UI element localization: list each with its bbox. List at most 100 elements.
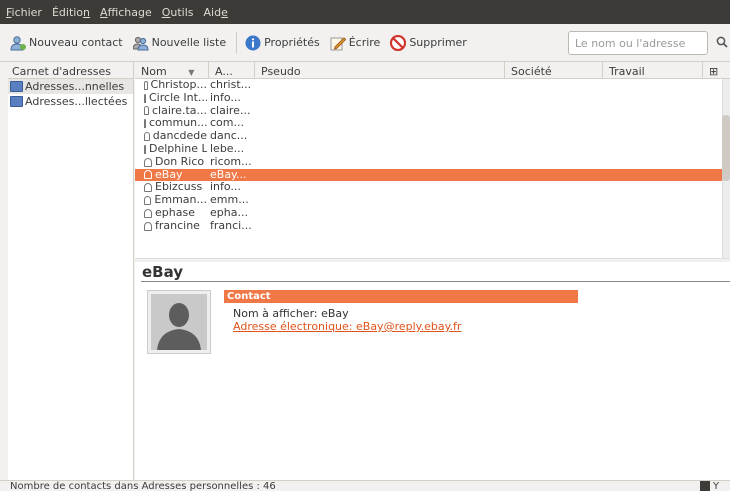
search-input[interactable]: Le nom ou l'adresse — [568, 31, 708, 55]
person-icon — [144, 93, 146, 103]
contact-name: Christop... — [150, 79, 207, 91]
scrollbar-thumb[interactable] — [722, 115, 730, 181]
contact-row[interactable]: dancdede danc... — [135, 130, 730, 143]
contact-name: dancdede — [152, 130, 207, 143]
status-y-label: Y — [713, 481, 720, 491]
contact-email: info... — [210, 181, 241, 194]
contact-name: ephase — [155, 206, 195, 219]
contact-email: emm... — [210, 194, 249, 207]
person-icon — [144, 170, 152, 180]
sort-down-icon: ▼ — [188, 68, 195, 77]
menu-fichier[interactable]: Fichier — [6, 6, 42, 19]
contact-name: Delphine L — [149, 142, 207, 155]
contact-row[interactable]: ephase epha... — [135, 207, 730, 220]
write-label: Écrire — [348, 36, 381, 49]
contact-email: franci... — [210, 219, 252, 232]
column-headers: Nom ▼ A... Pseudo Société Travail ⊞ — [135, 62, 730, 79]
contact-row[interactable]: Emman... emm... — [135, 194, 730, 207]
column-header-label: Nom — [141, 65, 167, 78]
write-button[interactable]: Écrire — [330, 30, 381, 56]
contact-name: Ebizcuss — [155, 181, 203, 194]
menu-edition[interactable]: Édition — [52, 6, 90, 19]
delete-icon — [390, 34, 407, 51]
search-icon[interactable] — [716, 36, 728, 48]
contact-row[interactable]: Delphine Llebe... — [135, 143, 730, 156]
info-icon — [245, 35, 261, 50]
contact-row[interactable]: Christop... christ... — [135, 79, 730, 92]
menu-outils[interactable]: Outils — [162, 6, 194, 19]
contact-email: lebe... — [210, 142, 245, 155]
new-list-label: Nouvelle liste — [151, 36, 227, 49]
person-icon — [144, 196, 152, 206]
person-icon — [144, 106, 149, 116]
column-header-email[interactable]: A... — [209, 62, 255, 78]
contact-email: ricom... — [210, 155, 252, 168]
contact-name: francine — [155, 219, 200, 232]
new-contact-label: Nouveau contact — [29, 36, 123, 49]
new-list-button[interactable]: Nouvelle liste — [132, 30, 227, 56]
new-contact-icon — [10, 35, 26, 50]
person-icon — [144, 183, 152, 193]
person-icon — [144, 144, 146, 154]
person-icon — [144, 208, 152, 218]
status-bar: Nombre de contacts dans Adresses personn… — [0, 480, 730, 491]
detail-divider — [141, 281, 730, 282]
contact-name: eBay — [155, 168, 183, 181]
person-icon — [144, 119, 146, 129]
toolbar: Nouveau contact Nouvelle liste Propriété… — [0, 24, 730, 62]
contact-row-selected[interactable]: eBay eBay... — [135, 168, 730, 182]
contact-row[interactable]: francine franci... — [135, 220, 730, 233]
delete-label: Supprimer — [409, 36, 467, 49]
address-book-icon — [10, 96, 23, 107]
contact-row[interactable]: Don Rico ricom... — [135, 156, 730, 169]
delete-button[interactable]: Supprimer — [390, 30, 467, 56]
menu-bar: Fichier Édition Affichage Outils Aide — [0, 0, 730, 24]
person-icon — [144, 80, 148, 90]
properties-button[interactable]: Propriétés — [245, 30, 320, 56]
contact-email: danc... — [210, 130, 248, 143]
menu-affichage[interactable]: Affichage — [100, 6, 152, 19]
contact-photo — [147, 290, 211, 354]
contact-detail-pane: eBay Contact Nom à afficher: eBay Adress… — [135, 262, 730, 480]
contact-email: info... — [210, 91, 241, 104]
contact-name: Circle Int... — [149, 91, 207, 104]
contact-rows: Christop... christ... Circle Int... info..… — [135, 79, 730, 258]
address-book-personal[interactable]: Adresses...nnelles — [8, 79, 133, 94]
person-icon — [144, 157, 152, 167]
contact-list-scrollbar[interactable] — [722, 79, 730, 258]
column-header-name[interactable]: Nom ▼ — [135, 62, 209, 78]
contact-name: Don Rico — [155, 155, 205, 168]
column-picker-icon[interactable]: ⊞ — [703, 62, 730, 78]
display-name-line: Nom à afficher: eBay — [233, 307, 349, 320]
address-book-header: Carnet d'adresses — [8, 62, 133, 79]
contact-list: Nom ▼ A... Pseudo Société Travail ⊞ Chri… — [135, 62, 730, 258]
new-contact-button[interactable]: Nouveau contact — [10, 30, 123, 56]
contact-email: claire... — [210, 104, 251, 117]
contact-name: claire.ta... — [152, 104, 207, 117]
address-book-icon — [10, 81, 23, 92]
menu-aide[interactable]: Aide — [204, 6, 228, 19]
contact-count-status: Nombre de contacts dans Adresses personn… — [10, 481, 276, 491]
status-icon — [700, 481, 710, 491]
column-header-pseudo[interactable]: Pseudo — [255, 62, 505, 78]
person-icon — [144, 132, 150, 142]
contact-email: eBay... — [210, 168, 247, 181]
address-book-pane: Carnet d'adresses Adresses...nnelles Adr… — [8, 62, 134, 480]
properties-label: Propriétés — [264, 36, 320, 49]
person-icon — [144, 221, 152, 231]
address-book-collected[interactable]: Adresses...llectées — [8, 94, 133, 109]
email-link[interactable]: Adresse électronique: eBay@reply.ebay.fr — [233, 320, 461, 333]
column-header-company[interactable]: Société — [505, 62, 603, 78]
contact-row[interactable]: Ebizcuss info... — [135, 181, 730, 194]
contact-section-header: Contact — [224, 290, 578, 303]
address-book-label: Adresses...llectées — [25, 95, 128, 108]
contact-row[interactable]: Circle Int... info... — [135, 92, 730, 105]
contact-name: Emman... — [154, 194, 207, 207]
contact-row[interactable]: commun... com... — [135, 117, 730, 130]
contact-row[interactable]: claire.ta... claire... — [135, 105, 730, 118]
contact-email: epha... — [210, 206, 248, 219]
pencil-icon — [330, 36, 346, 50]
contact-display-name: eBay — [142, 263, 184, 281]
column-header-work[interactable]: Travail — [603, 62, 703, 78]
avatar — [151, 294, 207, 350]
